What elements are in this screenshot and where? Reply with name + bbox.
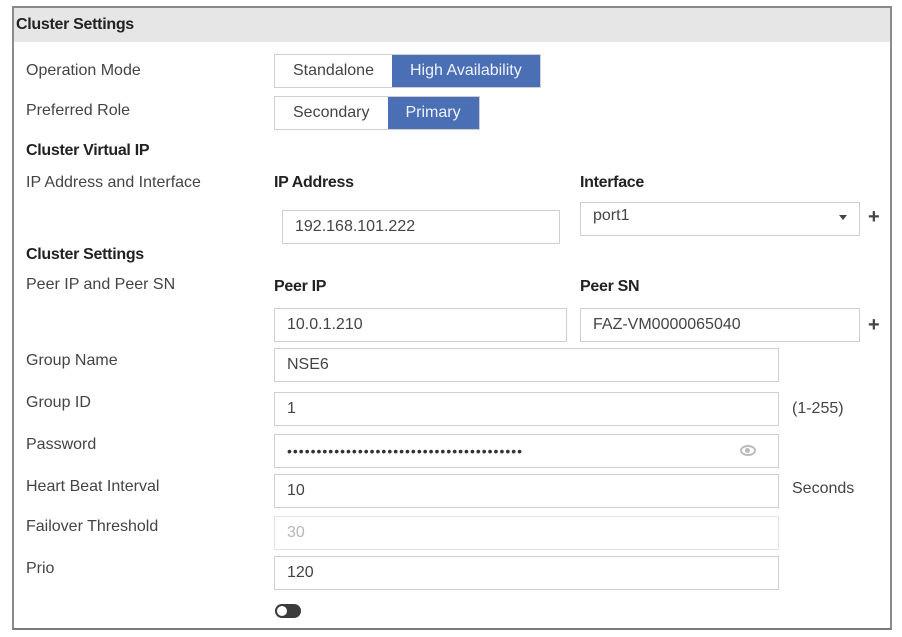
- panel-header: Cluster Settings: [14, 8, 890, 42]
- group-id-label: Group ID: [26, 394, 91, 411]
- cluster-virtual-ip-heading: Cluster Virtual IP: [26, 142, 150, 159]
- peer-ip-input[interactable]: 10.0.1.210: [274, 308, 567, 342]
- secondary-option[interactable]: Secondary: [275, 97, 388, 129]
- interface-value: port1: [593, 207, 630, 224]
- cluster-settings-panel: Cluster Settings Operation Mode Standalo…: [12, 6, 892, 630]
- primary-option[interactable]: Primary: [387, 97, 479, 129]
- password-input[interactable]: ••••••••••••••••••••••••••••••••••••••••: [274, 434, 779, 468]
- heartbeat-unit: Seconds: [792, 480, 855, 497]
- add-peer-icon[interactable]: +: [868, 314, 880, 337]
- eye-icon[interactable]: [740, 445, 756, 456]
- group-name-label: Group Name: [26, 352, 118, 369]
- priority-label: Prio: [26, 560, 55, 577]
- cluster-settings-heading: Cluster Settings: [26, 246, 144, 263]
- failover-input: 30: [274, 516, 779, 550]
- interface-header: Interface: [580, 174, 644, 191]
- standalone-option[interactable]: Standalone: [275, 55, 392, 87]
- high-availability-option[interactable]: High Availability: [391, 55, 540, 87]
- peer-sn-header: Peer SN: [580, 278, 640, 295]
- add-interface-icon[interactable]: +: [868, 206, 880, 229]
- preferred-role-label: Preferred Role: [26, 102, 131, 119]
- virtual-ip-input[interactable]: 192.168.101.222: [282, 210, 560, 244]
- ip-interface-label: IP Address and Interface: [26, 174, 201, 191]
- operation-mode-label: Operation Mode: [26, 62, 141, 79]
- operation-mode-toggle: Standalone High Availability: [274, 54, 541, 88]
- preferred-role-toggle: Secondary Primary: [274, 96, 480, 130]
- failover-label: Failover Threshold: [26, 518, 159, 535]
- group-id-input[interactable]: 1: [274, 392, 779, 426]
- toggle-switch[interactable]: [275, 604, 301, 618]
- group-id-range-hint: (1-255): [792, 400, 844, 417]
- chevron-down-icon: [839, 215, 847, 220]
- peer-ip-sn-label: Peer IP and Peer SN: [26, 276, 176, 293]
- heartbeat-input[interactable]: 10: [274, 474, 779, 508]
- group-name-input[interactable]: NSE6: [274, 348, 779, 382]
- password-label: Password: [26, 436, 97, 453]
- ip-address-header: IP Address: [274, 174, 354, 191]
- priority-input[interactable]: 120: [274, 556, 779, 590]
- peer-sn-input[interactable]: FAZ-VM0000065040: [580, 308, 860, 342]
- heartbeat-label: Heart Beat Interval: [26, 478, 160, 495]
- password-value: ••••••••••••••••••••••••••••••••••••••••: [287, 443, 524, 459]
- interface-select[interactable]: port1: [580, 202, 860, 236]
- peer-ip-header: Peer IP: [274, 278, 327, 295]
